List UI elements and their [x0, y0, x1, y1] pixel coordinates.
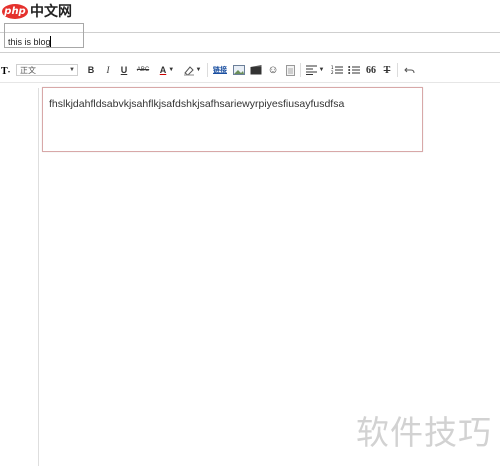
chevron-down-icon: ▼ [69, 67, 75, 73]
editor-left-gutter [0, 88, 39, 466]
clear-format-button[interactable]: T [380, 63, 394, 77]
video-icon [250, 65, 262, 75]
blog-title-input[interactable] [8, 35, 208, 49]
unordered-list-button[interactable] [347, 63, 361, 77]
undo-icon [403, 67, 414, 73]
ordered-list-button[interactable]: 12 [330, 63, 344, 77]
site-logo: php 中文网 [2, 1, 72, 21]
insert-image-button[interactable] [232, 63, 246, 77]
insert-video-button[interactable] [249, 63, 263, 77]
toolbar-divider [397, 63, 398, 77]
php-logo-badge: php [2, 3, 28, 19]
svg-text:T: T [1, 66, 8, 75]
undo-button[interactable] [402, 63, 416, 77]
chevron-down-icon: ▼ [168, 67, 175, 73]
ordered-list-icon: 12 [331, 65, 343, 75]
insert-file-button[interactable] [283, 63, 297, 77]
insert-link-button[interactable]: 链接 [212, 63, 228, 77]
align-button[interactable]: ▼ [304, 63, 326, 77]
editor-content-text: fhslkjdahfldsabvkjsahflkjsafdshkjsafhsar… [49, 98, 345, 110]
paragraph-format-select[interactable]: 正文 ▼ [16, 64, 78, 76]
text-caret [50, 36, 51, 47]
svg-text:2: 2 [331, 70, 334, 75]
chevron-down-icon: ▼ [318, 67, 325, 73]
blog-content-editor[interactable] [42, 87, 423, 152]
font-size-icon[interactable]: T [0, 63, 12, 77]
file-icon [285, 64, 295, 76]
highlight-icon [183, 65, 194, 76]
background-color-button[interactable]: ▼ [182, 63, 202, 77]
font-color-letter: A [159, 65, 167, 75]
logo-text: 中文网 [30, 4, 72, 20]
toolbar-divider [207, 63, 208, 77]
paragraph-format-value: 正文 [20, 65, 36, 75]
bold-button[interactable]: B [86, 63, 96, 77]
watermark-text: 软件技巧 [356, 413, 492, 452]
underline-button[interactable]: U [119, 63, 129, 77]
image-icon [233, 65, 245, 75]
font-color-button[interactable]: A ▼ [157, 63, 177, 77]
blockquote-button[interactable]: 66 [364, 63, 378, 77]
bullet-list-icon [348, 66, 360, 74]
align-left-icon [305, 65, 317, 75]
chevron-down-icon: ▼ [195, 67, 202, 73]
strikethrough-button[interactable]: ABC [136, 63, 150, 77]
italic-button[interactable]: I [103, 63, 113, 77]
toolbar-divider [300, 63, 301, 77]
emoji-icon[interactable]: ☺ [266, 63, 280, 77]
